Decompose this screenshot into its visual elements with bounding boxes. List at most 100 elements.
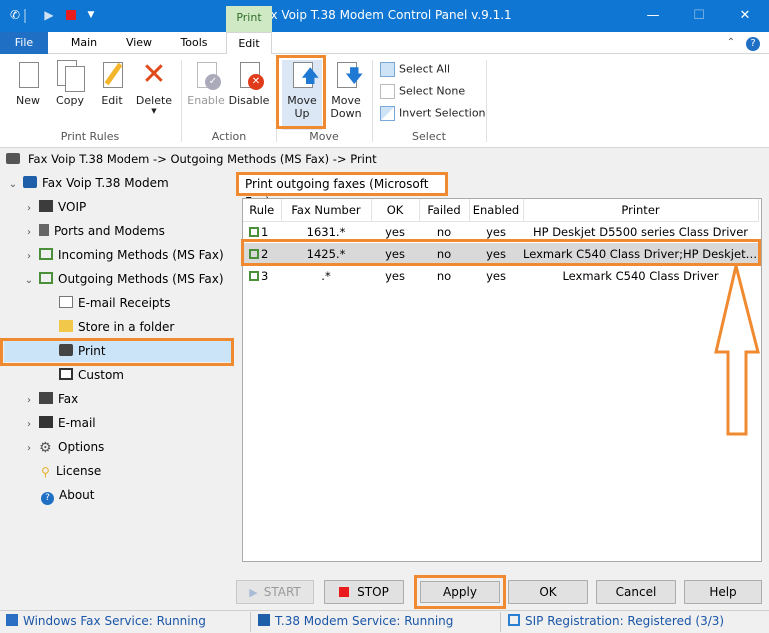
title-bar: ✆ ▶ ▼ Fax Voip T.38 Modem Control Panel …: [0, 0, 769, 32]
print-item-highlight: [0, 338, 234, 366]
help-button[interactable]: Help: [684, 580, 762, 604]
chevron-right-icon[interactable]: ›: [22, 414, 36, 436]
fax-modem-icon: [23, 176, 37, 188]
tree-item-store-in-folder[interactable]: Store in a folder: [56, 316, 174, 338]
disable-button[interactable]: ✕ Disable: [228, 60, 270, 130]
ok-button[interactable]: OK: [508, 580, 588, 604]
tree-item-email-receipts[interactable]: E-mail Receipts: [56, 292, 171, 314]
tree-item-email[interactable]: › E-mail: [22, 412, 96, 434]
sip-icon: [508, 614, 520, 626]
ribbon-tab-bar: File Main View Tools Edit ⌃ ?: [0, 32, 769, 55]
column-header-fax-number[interactable]: Fax Number: [281, 199, 372, 222]
context-tab-print: Print: [226, 6, 272, 32]
column-header-ok[interactable]: OK: [371, 199, 420, 222]
fax-number-cell: .*: [321, 269, 331, 283]
status-separator: [500, 612, 501, 632]
chevron-right-icon[interactable]: ›: [22, 198, 36, 220]
tree-root[interactable]: ⌄ Fax Voip T.38 Modem: [6, 172, 169, 194]
maximize-button[interactable]: ☐: [676, 0, 722, 32]
delete-dropdown-icon[interactable]: ▼: [134, 107, 174, 115]
info-icon: ?: [41, 492, 54, 505]
delete-x-icon: ✕: [141, 57, 167, 92]
chevron-down-icon[interactable]: ⌄: [6, 174, 20, 196]
copy-button[interactable]: Copy: [52, 60, 88, 130]
chevron-right-icon[interactable]: ›: [22, 438, 36, 460]
tree-item-custom[interactable]: Custom: [56, 364, 124, 386]
rule-icon: [249, 227, 259, 238]
tree-item-outgoing-methods[interactable]: ⌄ Outgoing Methods (MS Fax): [22, 268, 224, 290]
enabled-cell: yes: [486, 269, 506, 283]
select-all-button[interactable]: Select All: [380, 62, 450, 82]
failed-cell: no: [436, 269, 452, 283]
outgoing-methods-icon: [39, 272, 53, 284]
email-printer-icon: [39, 416, 53, 428]
tree-item-incoming-methods[interactable]: › Incoming Methods (MS Fax): [22, 244, 224, 266]
tab-file[interactable]: File: [0, 32, 48, 54]
fax-service-icon: [6, 614, 18, 626]
ok-cell: yes: [385, 269, 405, 283]
minimize-button[interactable]: —: [630, 0, 676, 32]
invert-selection-icon: [380, 106, 395, 121]
up-arrow-annotation-icon: [714, 265, 760, 436]
collapse-ribbon-icon[interactable]: ⌃: [722, 32, 740, 54]
move-down-arrow-icon: 🡇: [331, 60, 364, 92]
modem-service-status: T.38 Modem Service: Running: [258, 614, 453, 628]
rule-number: 3: [261, 269, 269, 283]
chevron-right-icon[interactable]: ›: [22, 390, 36, 412]
invert-selection-button[interactable]: Invert Selection: [380, 106, 486, 126]
group-label-select: Select: [412, 130, 446, 143]
chevron-right-icon[interactable]: ›: [22, 222, 36, 244]
enable-check-icon: ✓: [191, 60, 221, 92]
table-row[interactable]: 3 .* yes no yes Lexmark C540 Class Drive…: [243, 265, 758, 287]
ribbon: New Copy Edit ✕ Delete ▼ Print Rules ✓ E…: [0, 54, 769, 148]
select-none-icon: [380, 84, 395, 99]
printer-icon: [6, 153, 20, 164]
column-header-printer[interactable]: Printer: [523, 199, 759, 222]
edit-button[interactable]: Edit: [94, 60, 130, 130]
move-down-button[interactable]: 🡇 Move Down: [326, 60, 366, 130]
tree-item-fax[interactable]: › Fax: [22, 388, 78, 410]
email-receipts-icon: [59, 296, 73, 308]
tree-item-about[interactable]: ? About: [38, 484, 94, 506]
fax-service-status: Windows Fax Service: Running: [6, 614, 206, 628]
tree-item-voip[interactable]: › VOIP: [22, 196, 86, 218]
column-header-enabled[interactable]: Enabled: [469, 199, 524, 222]
delete-button[interactable]: ✕ Delete ▼: [134, 60, 174, 130]
move-up-highlight: [276, 55, 326, 129]
select-none-button[interactable]: Select None: [380, 84, 465, 104]
chevron-right-icon[interactable]: ›: [22, 246, 36, 268]
key-icon: ⚲: [41, 465, 50, 479]
group-label-action: Action: [211, 130, 247, 143]
close-button[interactable]: ✕: [722, 0, 768, 32]
start-button[interactable]: ▶ START: [236, 580, 314, 604]
tree-item-ports-and-modems[interactable]: › Ports and Modems: [22, 220, 165, 242]
edit-pencil-icon: [97, 60, 127, 92]
status-bar: Windows Fax Service: Running T.38 Modem …: [0, 610, 769, 633]
play-icon: ▶: [249, 586, 258, 599]
tab-view[interactable]: View: [114, 32, 164, 54]
table-header-row: Rule Fax Number OK Failed Enabled Printe…: [243, 199, 759, 222]
column-header-rule[interactable]: Rule: [243, 199, 282, 222]
new-document-icon: [13, 60, 43, 92]
voip-icon: [39, 200, 53, 212]
rule-icon: [249, 271, 259, 281]
stop-icon: [339, 587, 350, 597]
tab-tools[interactable]: Tools: [168, 32, 220, 54]
status-separator: [250, 612, 251, 632]
help-icon[interactable]: ?: [744, 32, 762, 54]
chevron-down-icon[interactable]: ⌄: [22, 270, 36, 292]
copy-icon: [55, 60, 85, 92]
stop-button[interactable]: STOP: [324, 580, 404, 604]
tab-edit[interactable]: Edit: [226, 32, 272, 55]
enable-button[interactable]: ✓ Enable: [186, 60, 226, 130]
tab-main[interactable]: Main: [58, 32, 110, 54]
section-heading: Print outgoing faxes (Microsoft Fax): [236, 172, 448, 209]
cancel-button[interactable]: Cancel: [596, 580, 676, 604]
tree-item-license[interactable]: ⚲ License: [38, 460, 101, 482]
selected-row-highlight: [241, 239, 761, 266]
new-button[interactable]: New: [10, 60, 46, 130]
modem-icon: [39, 224, 49, 236]
tree-item-options[interactable]: › ⚙ Options: [22, 436, 104, 458]
custom-window-icon: [59, 368, 73, 380]
column-header-failed[interactable]: Failed: [419, 199, 470, 222]
